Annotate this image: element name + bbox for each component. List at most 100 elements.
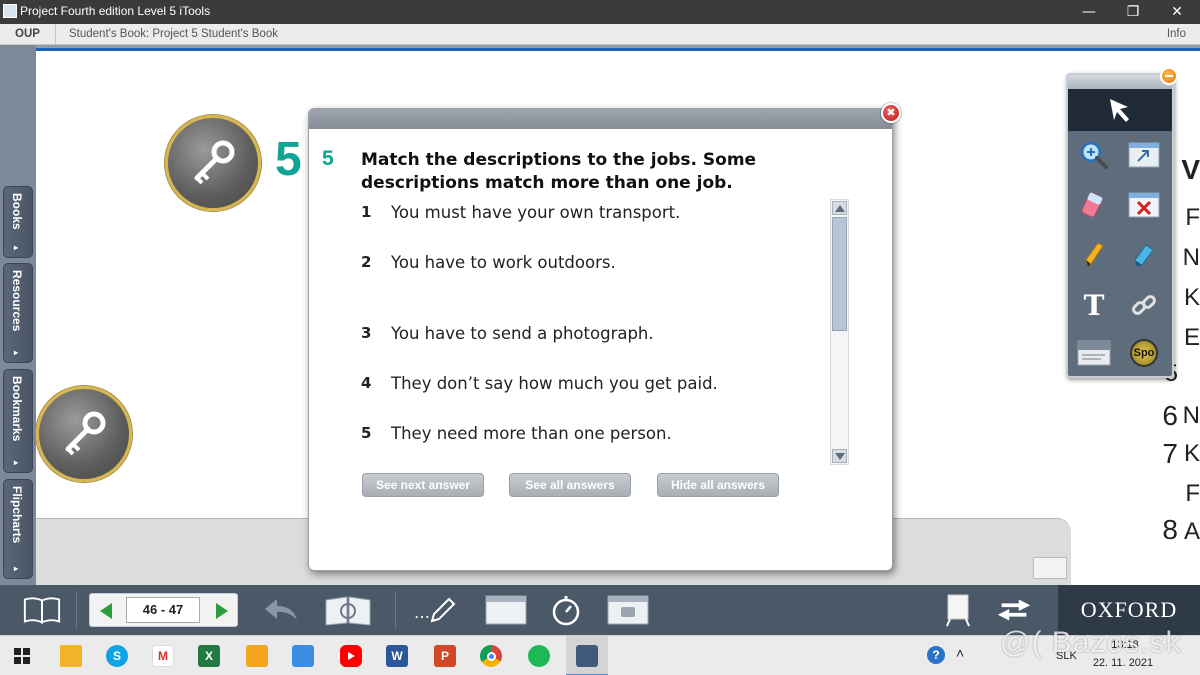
zoom-tool[interactable] [1074,135,1114,175]
sidebar-tab-flipcharts[interactable]: Flipcharts ▸ [3,479,33,579]
page-top-rule [36,48,1200,51]
scroll-up-button[interactable] [832,201,847,215]
window-titlebar: Project Fourth edition Level 5 iTools — … [0,0,1200,24]
item-number: 5 [361,424,372,442]
pen-icon [430,597,456,623]
pointer-tool[interactable] [1100,90,1140,130]
pen-tool[interactable] [1074,235,1114,275]
shade-icon [1077,340,1111,366]
timer-button[interactable] [546,593,586,627]
chevron-right-icon: ▸ [14,348,19,357]
pen-button[interactable]: … [414,593,460,627]
scroll-down-button[interactable] [832,449,847,463]
powerpoint-icon[interactable]: P [434,645,456,667]
spotlight-tool[interactable]: Spo [1124,333,1164,373]
minimize-palette-button[interactable] [1160,67,1178,85]
gmail-icon[interactable]: M [152,645,174,667]
page-turn-button[interactable] [322,593,374,627]
easel-icon [946,594,970,627]
watermark: @( Bazos.sk [1000,626,1182,659]
chevron-right-icon: ▸ [14,243,19,252]
page-text-fragment: E [1183,324,1200,351]
answer-key-button-2[interactable] [36,386,132,482]
close-dialog-button[interactable]: ✖ [881,103,901,123]
skype-icon[interactable]: S [106,645,128,667]
fit-window-tool[interactable] [1124,135,1164,175]
sidebar: Books ▸ Resources ▸ Bookmarks ▸ Flipchar… [0,45,36,585]
key-icon [65,411,106,456]
hide-all-answers-button[interactable]: Hide all answers [657,473,779,497]
sidebar-tab-bookmarks[interactable]: Bookmarks ▸ [3,369,33,473]
info-button[interactable]: Info [1167,28,1186,40]
previous-page-icon[interactable] [98,602,114,620]
open-book-button[interactable] [22,593,62,627]
chrome-center [486,651,496,661]
highlighter-tool[interactable] [1124,235,1164,275]
camera-button[interactable] [606,593,650,627]
screen-shade-tool[interactable] [1074,333,1114,373]
spotify-icon[interactable] [528,645,550,667]
text-tool[interactable]: T [1074,285,1114,325]
clear-tool[interactable] [1124,185,1164,225]
item-number: 4 [361,374,372,392]
chevron-right-icon: ▸ [14,564,19,573]
page-text-fragment: 7 [1162,438,1178,469]
word-icon[interactable]: W [386,645,408,667]
breadcrumb-bar: OUP Student's Book: Project 5 Student's … [0,24,1200,45]
maximize-button[interactable]: ❐ [1110,0,1156,24]
itools-icon[interactable] [576,645,598,667]
sticky-notes-icon[interactable] [246,645,268,667]
page-text-fragment: F [1185,480,1200,507]
answer-key-button[interactable] [165,115,261,211]
sidebar-tab-label: Resources [10,270,24,332]
sidebar-tab-label: Bookmarks [10,376,24,442]
youtube-icon[interactable] [340,645,362,667]
undo-arrow-icon [265,599,297,620]
chevron-right-icon: ▸ [14,458,19,467]
see-next-answer-button[interactable]: See next answer [362,473,484,497]
swap-toolbar-button[interactable] [994,593,1034,627]
clear-window-icon [1128,192,1160,218]
sidebar-tab-resources[interactable]: Resources ▸ [3,263,33,363]
show-hidden-icons-button[interactable]: ˄ [956,645,964,661]
close-window-button[interactable]: ✕ [1154,0,1200,24]
page-corner-cell [1033,557,1067,579]
page-number-input[interactable]: 46 - 47 [126,597,200,623]
easel-button[interactable] [938,593,978,627]
screen-view-button[interactable] [484,593,528,627]
page-text-fragment: K [1183,284,1200,311]
sidebar-tab-books[interactable]: Books ▸ [3,186,33,258]
sidebar-tab-label: Books [10,193,24,230]
next-page-icon[interactable] [214,602,230,620]
item-text: You have to send a photograph. [391,324,654,343]
page-text-fragment: V [1181,154,1200,185]
magnifier-icon [1080,141,1108,169]
toolbar-separator [76,591,77,629]
open-book-icon [23,597,61,624]
exercise-dialog: ✖ 5 Match the descriptions to the jobs. … [308,103,901,571]
chain-link-icon [1132,295,1156,315]
dialog-header[interactable] [309,109,892,129]
oup-button[interactable]: OUP [0,24,56,45]
windows-start-icon[interactable] [14,648,30,664]
eraser-tool[interactable] [1074,185,1114,225]
see-all-answers-button[interactable]: See all answers [509,473,631,497]
chrome-icon[interactable] [480,645,502,667]
window-icon [485,595,527,625]
snipping-tool-icon[interactable] [292,645,314,667]
palette-drag-handle[interactable] [1068,75,1172,89]
breadcrumb[interactable]: Student's Book: Project 5 Student's Book [69,28,278,40]
text-tool-icon: T [1083,288,1105,322]
scroll-thumb[interactable] [832,217,847,331]
link-tool[interactable] [1124,285,1164,325]
help-tray-icon[interactable]: ? [927,646,945,664]
minimize-button[interactable]: — [1066,0,1112,24]
undo-button[interactable] [262,593,302,627]
file-explorer-icon[interactable] [60,645,82,667]
page-navigator: 46 - 47 [89,593,238,627]
item-number: 2 [361,253,372,271]
dialog-scrollbar[interactable] [830,199,849,465]
page-text-fragment: K [1183,440,1200,467]
spotlight-icon: Spo [1130,339,1158,367]
excel-icon[interactable]: X [198,645,220,667]
